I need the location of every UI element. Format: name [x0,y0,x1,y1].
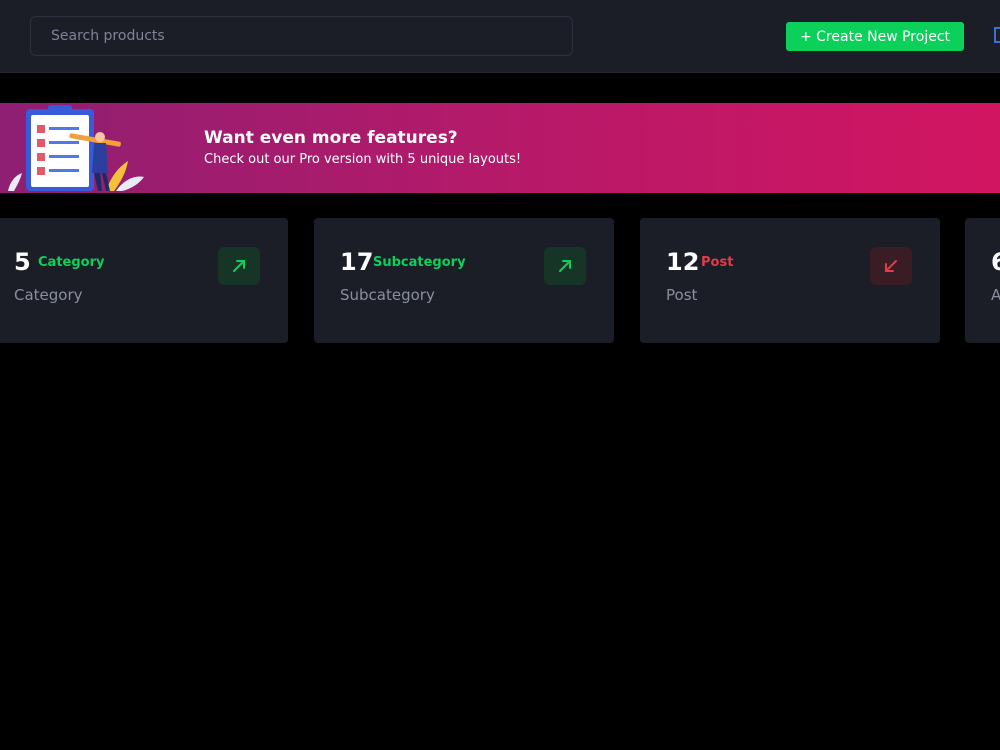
search-box[interactable] [30,16,573,56]
stat-card-post[interactable]: 12 Post Post [640,218,940,343]
stat-label: Subcategory [340,286,435,304]
stat-label: Category [14,286,83,304]
stat-value: 5 [14,248,31,276]
arrow-down-left-icon [870,247,912,285]
stat-tag: Subcategory [373,255,466,270]
top-bar: + Create New Project [0,0,1000,73]
search-input[interactable] [51,28,572,44]
stat-card-partial[interactable]: 6 A [965,218,1000,343]
stat-label: A [991,286,1000,304]
stat-value: 6 [991,248,1000,276]
stat-value: 12 [666,248,700,276]
stat-value: 17 [340,248,374,276]
banner-title: Want even more features? [204,128,458,148]
arrow-up-right-icon [218,247,260,285]
stat-label: Post [666,286,698,304]
menu-icon[interactable] [994,27,1000,43]
banner-subtitle: Check out our Pro version with 5 unique … [204,152,522,167]
stat-tag: Category [38,255,105,270]
create-new-project-button[interactable]: + Create New Project [786,22,964,51]
stat-card-category[interactable]: 5 Category Category [0,218,288,343]
clipboard-checklist-icon [8,105,144,191]
stat-tag: Post [701,255,734,270]
promo-banner: Want even more features? Check out our P… [0,103,1000,193]
arrow-up-right-icon [544,247,586,285]
stat-card-subcategory[interactable]: 17 Subcategory Subcategory [314,218,614,343]
